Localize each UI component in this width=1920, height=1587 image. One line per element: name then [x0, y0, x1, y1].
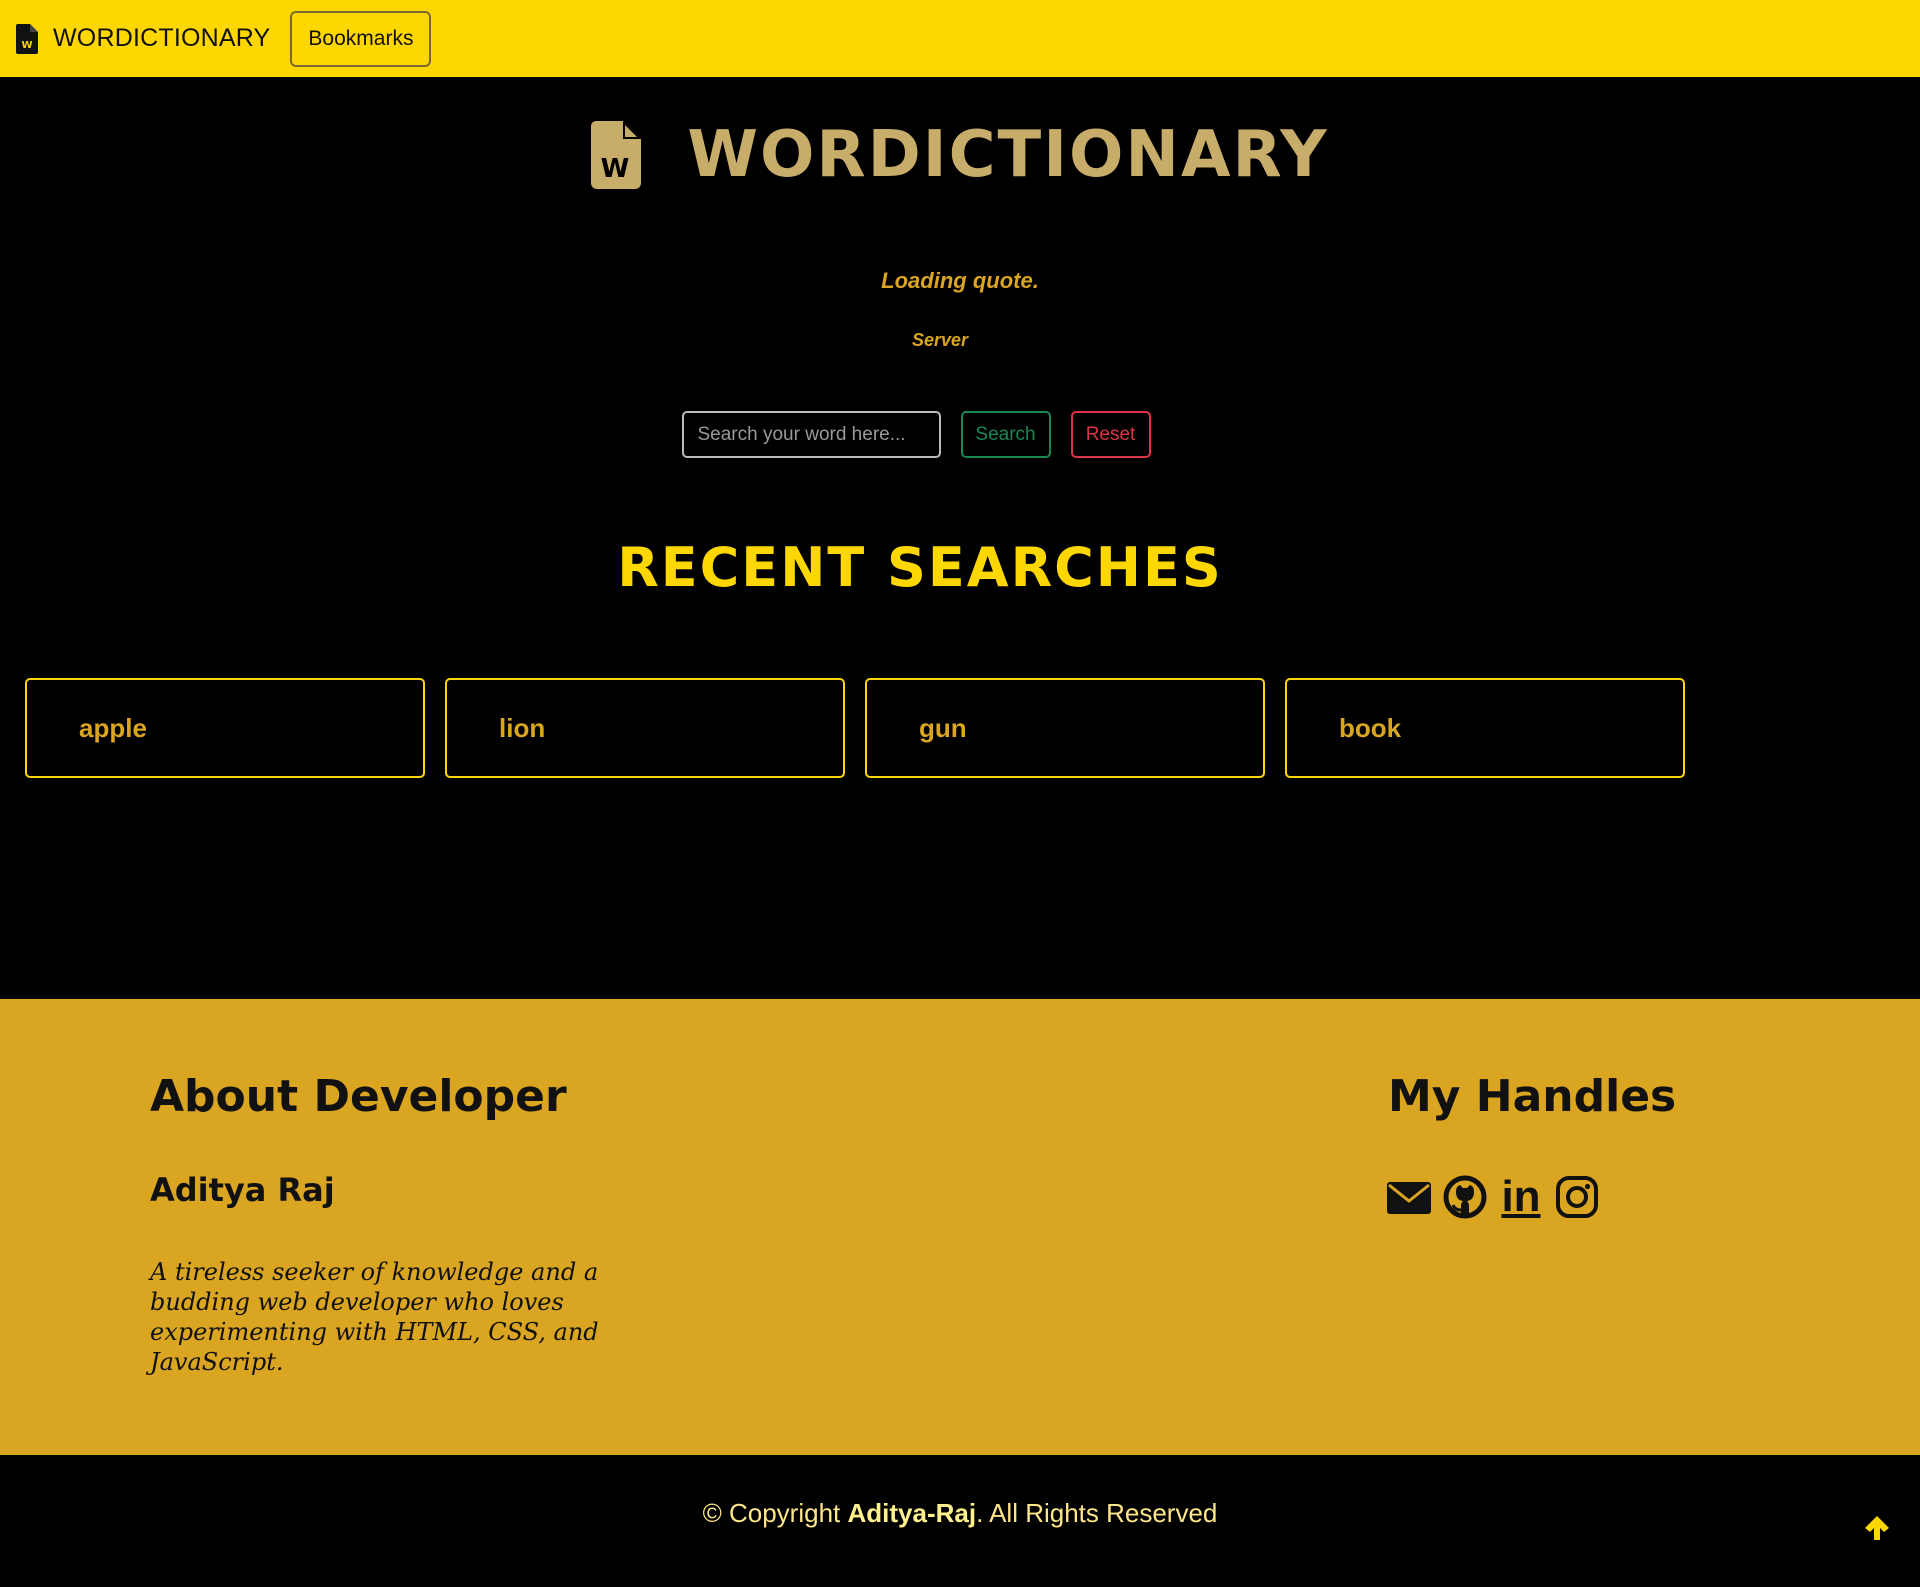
- hero-title: WORDICTIONARY: [687, 118, 1329, 192]
- copyright-text: © Copyright Aditya-Raj. All Rights Reser…: [0, 1498, 1920, 1529]
- github-icon[interactable]: [1442, 1174, 1488, 1220]
- developer-name: Aditya Raj: [150, 1171, 335, 1209]
- linkedin-text: in: [1501, 1172, 1541, 1221]
- bookmarks-button[interactable]: Bookmarks: [290, 10, 432, 67]
- copyright-prefix: © Copyright: [702, 1498, 848, 1528]
- instagram-icon[interactable]: [1554, 1174, 1600, 1220]
- quote-author: Server: [911, 330, 969, 350]
- recent-search-card[interactable]: lion: [445, 678, 845, 778]
- about-developer-heading: About Developer: [150, 1071, 567, 1122]
- search-input[interactable]: [681, 411, 941, 458]
- word-file-icon: W: [591, 121, 642, 189]
- copyright-suffix: . All Rights Reserved: [976, 1498, 1218, 1528]
- arrow-up-icon[interactable]: [1862, 1513, 1892, 1543]
- footer: About Developer Aditya Raj A tireless se…: [0, 999, 1920, 1455]
- social-handles: in: [1386, 1174, 1600, 1220]
- word-file-icon: W: [16, 23, 38, 54]
- email-icon[interactable]: [1386, 1174, 1432, 1220]
- recent-searches-title: RECENT SEARCHES: [617, 536, 1223, 599]
- handles-heading: My Handles: [1388, 1071, 1677, 1122]
- recent-search-card[interactable]: apple: [25, 678, 425, 778]
- recent-searches-list: apple lion gun book: [25, 678, 1685, 778]
- reset-button[interactable]: Reset: [1070, 411, 1151, 458]
- developer-bio: A tireless seeker of knowledge and a bud…: [150, 1258, 599, 1376]
- recent-search-card[interactable]: gun: [865, 678, 1265, 778]
- hero-logo: W WORDICTIONARY: [0, 118, 1920, 192]
- copyright-bar: © Copyright Aditya-Raj. All Rights Reser…: [0, 1455, 1920, 1587]
- recent-search-card[interactable]: book: [1285, 678, 1685, 778]
- nav-brand[interactable]: W WORDICTIONARY: [16, 23, 271, 54]
- nav-brand-text: WORDICTIONARY: [53, 24, 271, 52]
- navbar: W WORDICTIONARY Bookmarks: [0, 0, 1920, 77]
- quote-text: Loading quote.: [881, 268, 1039, 293]
- search-bar: Search Reset: [0, 411, 1920, 458]
- search-button[interactable]: Search: [960, 411, 1051, 458]
- svg-text:W: W: [601, 154, 630, 184]
- svg-text:W: W: [21, 40, 32, 51]
- linkedin-icon[interactable]: in: [1498, 1174, 1544, 1220]
- copyright-name[interactable]: Aditya-Raj: [847, 1498, 976, 1528]
